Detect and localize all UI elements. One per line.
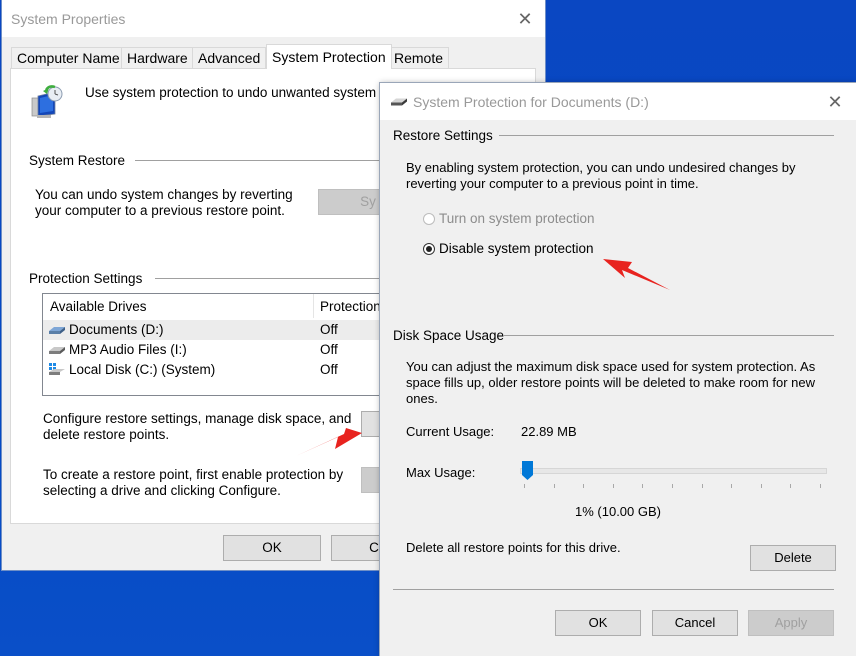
drive-list-header: Available Drives Protection: [43, 294, 386, 318]
tab-computer-name[interactable]: Computer Name: [11, 47, 126, 68]
title-bar: System Properties ✕: [2, 0, 545, 37]
delete-description: Delete all restore points for this drive…: [406, 540, 621, 555]
close-icon[interactable]: ✕: [826, 93, 844, 111]
system-drive-icon: [49, 363, 65, 375]
dialog-title: System Protection for Documents (D:): [413, 94, 649, 110]
ok-button[interactable]: OK: [555, 610, 641, 636]
slider-tick: [612, 484, 614, 488]
divider: [393, 589, 834, 590]
dialog-title-bar: System Protection for Documents (D:) ✕: [380, 83, 856, 120]
current-usage-value: 22.89 MB: [521, 424, 577, 439]
disable-radio[interactable]: [423, 243, 435, 255]
divider: [499, 135, 834, 136]
cancel-button[interactable]: Cancel: [652, 610, 738, 636]
turn-on-radio[interactable]: [423, 213, 435, 225]
drive-protection: Off: [320, 322, 338, 337]
slider-tick: [790, 484, 792, 488]
current-usage-label: Current Usage:: [406, 424, 495, 439]
system-restore-description: You can undo system changes by reverting…: [35, 187, 293, 218]
disk-space-description: You can adjust the maximum disk space us…: [406, 359, 816, 406]
drive-list[interactable]: Available Drives Protection Documents (D…: [42, 293, 387, 396]
slider-tick: [642, 484, 644, 488]
tab-remote[interactable]: Remote: [388, 47, 450, 68]
drive-protection: Off: [320, 342, 338, 357]
slider-tick: [524, 484, 525, 488]
system-restore-group-label: System Restore: [29, 153, 126, 168]
slider-tick: [820, 484, 821, 488]
window-title: System Properties: [11, 11, 126, 27]
create-description: To create a restore point, first enable …: [43, 467, 344, 498]
drive-row[interactable]: MP3 Audio Files (I:) Off: [43, 340, 386, 360]
slider-tick: [760, 484, 762, 488]
slider-tick: [583, 484, 585, 488]
max-usage-slider-thumb[interactable]: [521, 461, 533, 480]
tab-hardware[interactable]: Hardware: [121, 47, 194, 68]
configure-description: Configure restore settings, manage disk …: [43, 411, 352, 442]
drive-row[interactable]: Documents (D:) Off: [43, 320, 386, 340]
tab-advanced[interactable]: Advanced: [192, 47, 267, 68]
ok-button[interactable]: OK: [223, 535, 321, 561]
drive-row[interactable]: Local Disk (C:) (System) Off: [43, 360, 386, 380]
max-usage-value: 1% (10.00 GB): [575, 504, 661, 519]
tab-system-protection[interactable]: System Protection: [266, 44, 392, 69]
drive-name: Documents (D:): [69, 322, 164, 337]
divider: [503, 335, 834, 336]
restore-settings-description: By enabling system protection, you can u…: [406, 160, 796, 191]
restore-settings-group-label: Restore Settings: [393, 128, 493, 143]
disk-space-group-label: Disk Space Usage: [393, 328, 505, 343]
close-icon[interactable]: ✕: [516, 10, 534, 28]
max-usage-slider-track[interactable]: [520, 468, 827, 474]
slider-tick: [701, 484, 703, 488]
column-header-drives[interactable]: Available Drives: [50, 299, 147, 314]
protection-settings-group-label: Protection Settings: [29, 271, 143, 286]
drive-name: MP3 Audio Files (I:): [69, 342, 187, 357]
intro-text: Use system protection to undo unwanted s…: [85, 85, 387, 100]
slider-tick: [731, 484, 733, 488]
drive-name: Local Disk (C:) (System): [69, 362, 216, 377]
column-divider: [313, 294, 314, 318]
slider-tick: [672, 484, 673, 488]
system-protection-dialog: System Protection for Documents (D:) ✕ R…: [380, 83, 856, 656]
drive-icon: [391, 98, 407, 106]
disable-label[interactable]: Disable system protection: [439, 241, 594, 257]
max-usage-label: Max Usage:: [406, 465, 476, 480]
apply-button[interactable]: Apply: [748, 610, 834, 636]
drive-icon: [49, 347, 65, 354]
drive-protection: Off: [320, 362, 338, 377]
turn-on-label[interactable]: Turn on system protection: [439, 211, 595, 227]
column-header-protection[interactable]: Protection: [320, 299, 381, 314]
system-restore-icon: [29, 84, 65, 120]
delete-button[interactable]: Delete: [750, 545, 836, 571]
slider-tick: [553, 484, 555, 488]
drive-icon: [49, 327, 65, 334]
